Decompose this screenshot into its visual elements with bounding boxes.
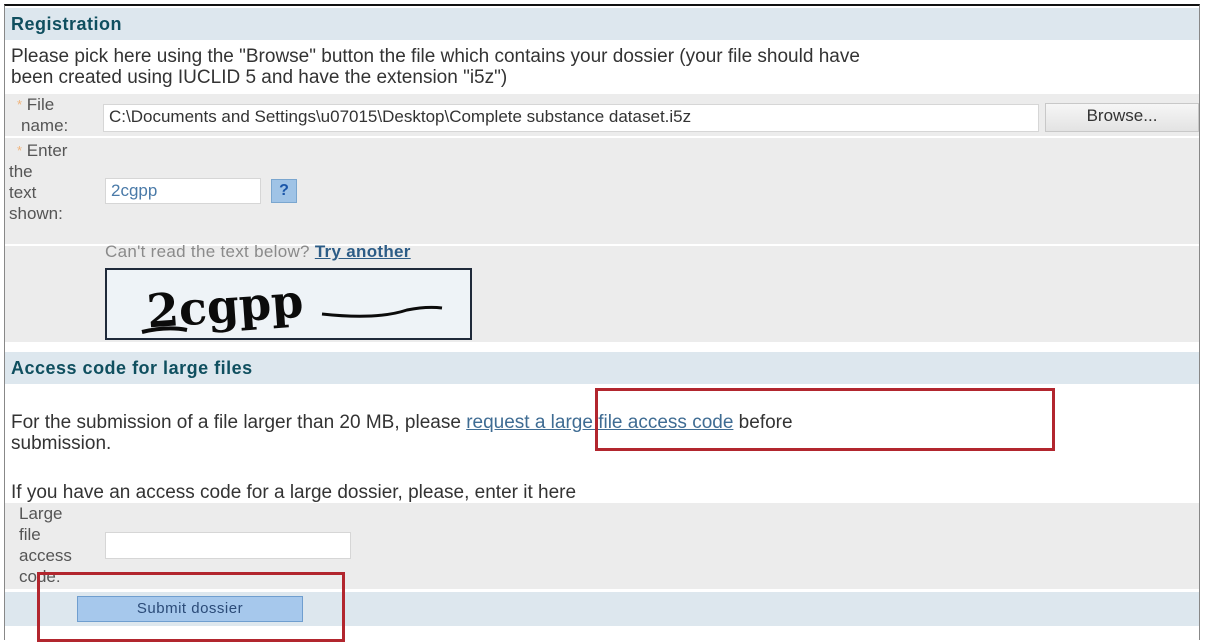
required-marker: * <box>17 97 23 112</box>
captcha-entry-label: * Enter the text shown: <box>9 141 68 223</box>
highlight-box-link <box>595 388 1055 451</box>
access-code-heading: Access code for large files <box>5 352 1199 384</box>
captcha-picture: 2cgpp <box>141 274 443 339</box>
access-code-input[interactable] <box>105 532 351 559</box>
cant-read-text: Can't read the text below? <box>105 242 310 261</box>
browse-button[interactable]: Browse... <box>1045 103 1199 132</box>
registration-form: Registration Please pick here using the … <box>4 4 1200 642</box>
file-path-input[interactable]: C:\Documents and Settings\u07015\Desktop… <box>103 104 1039 132</box>
captcha-input[interactable]: 2cgpp <box>105 178 261 204</box>
registration-heading: Registration <box>5 8 1199 40</box>
help-icon[interactable]: ? <box>271 179 297 203</box>
instructions-line-1: Please pick here using the "Browse" butt… <box>11 46 860 67</box>
large-file-text-before: For the submission of a file larger than… <box>11 412 467 433</box>
highlight-box-submit <box>37 572 345 642</box>
file-name-label: * File name: <box>17 95 69 135</box>
enter-code-text: If you have an access code for a large d… <box>11 482 577 503</box>
instructions-line-2: been created using IUCLID 5 and have the… <box>11 67 508 88</box>
captcha-reload-line: Can't read the text below? Try another <box>105 242 411 262</box>
captcha-image: 2cgpp <box>105 268 472 340</box>
try-another-link[interactable]: Try another <box>315 242 411 261</box>
registration-instructions: Please pick here using the "Browse" butt… <box>11 46 1191 88</box>
